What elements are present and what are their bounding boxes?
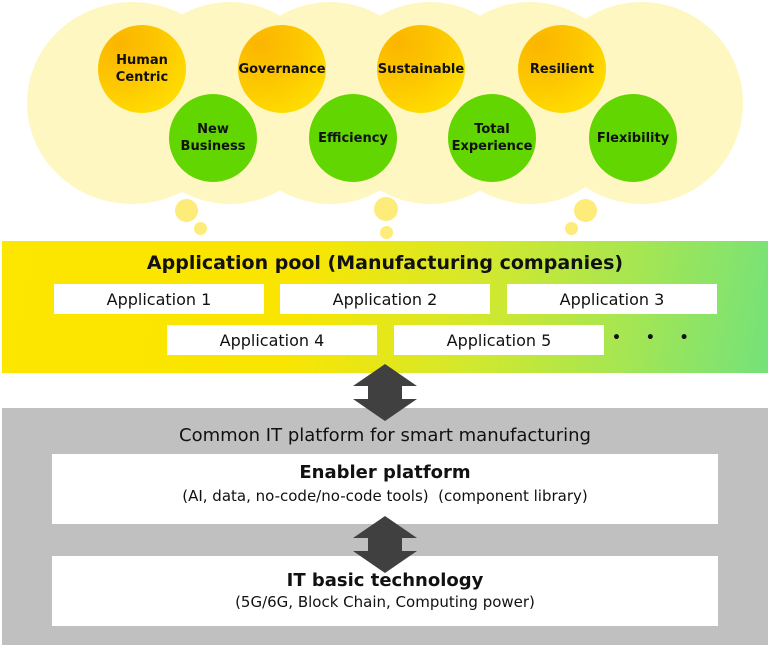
application-box-1: Application 1 [54,284,264,314]
arrow-shape [353,516,417,573]
value-bubble-sustainable: Sustainable [377,25,465,113]
value-bubble-total-experience: Total Experience [448,94,536,182]
application-box-5: Application 5 [394,325,604,355]
arrow-shape [353,364,417,421]
bidirectional-arrow-icon [353,364,417,421]
bidirectional-arrow-icon [353,516,417,573]
thought-puff [175,199,198,222]
value-bubble-resilient: Resilient [518,25,606,113]
more-applications-ellipsis: • • • [612,330,699,346]
application-box-3: Application 3 [507,284,717,314]
value-bubble-new-business: New Business [169,94,257,182]
application-box-2: Application 2 [280,284,490,314]
value-bubble-governance: Governance [238,25,326,113]
value-bubble-flexibility: Flexibility [589,94,677,182]
value-bubble-human-centric: Human Centric [98,25,186,113]
common-it-platform-title: Common IT platform for smart manufacturi… [179,425,591,446]
thought-puff [574,199,597,222]
enabler-platform-subtitle: (AI, data, no-code/no-code tools) (compo… [182,487,588,505]
it-basic-technology-subtitle: (5G/6G, Block Chain, Computing power) [235,593,535,611]
thought-puff [374,197,398,221]
value-bubble-efficiency: Efficiency [309,94,397,182]
thought-puff [565,222,578,235]
enabler-platform-title: Enabler platform [299,462,471,483]
thought-puff [380,226,393,239]
application-pool-title: Application pool (Manufacturing companie… [146,252,624,274]
application-box-4: Application 4 [167,325,377,355]
thought-puff [194,222,207,235]
